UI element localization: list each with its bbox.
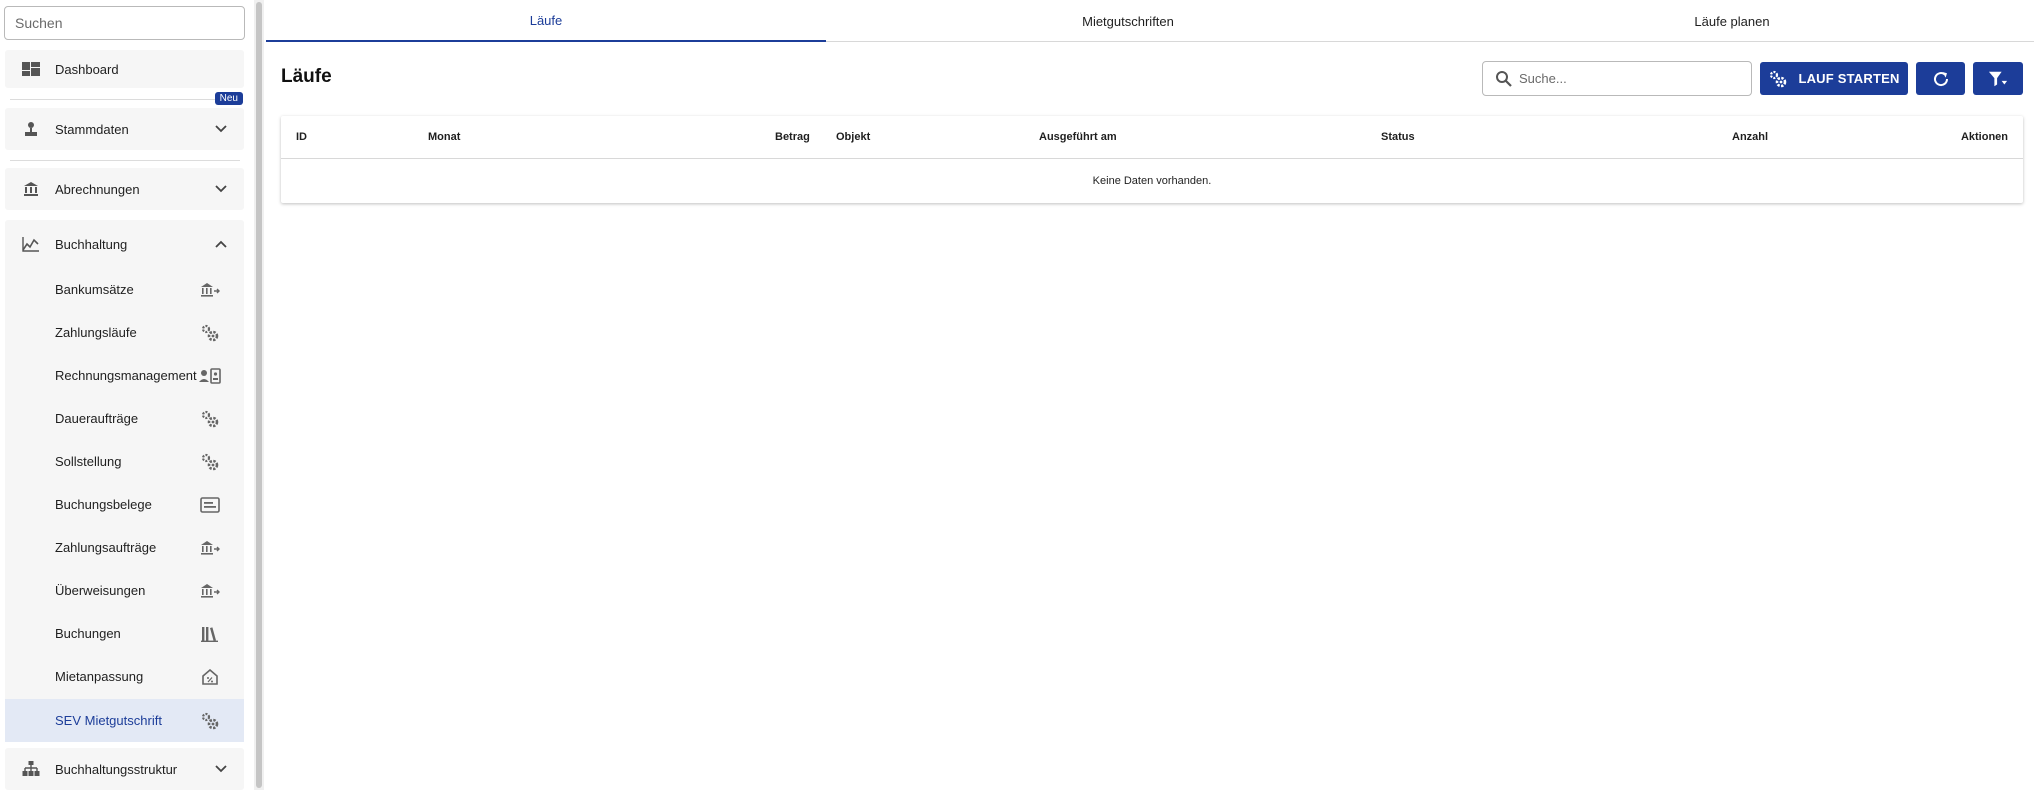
sub-label: Zahlungsläufe bbox=[55, 325, 137, 340]
table-header-row: ID Monat Betrag Objekt Ausgeführt am Sta… bbox=[281, 116, 2023, 159]
sub-label: Buchungsbelege bbox=[55, 497, 152, 512]
sidebar-search-input[interactable] bbox=[4, 6, 245, 40]
main-search-box[interactable] bbox=[1482, 61, 1752, 96]
sidebar-item-zahlungsauftraege[interactable]: Zahlungsaufträge bbox=[5, 526, 244, 569]
nav-label-buchhaltung: Buchhaltung bbox=[55, 236, 128, 252]
gears-icon bbox=[1768, 69, 1788, 89]
column-header-anzahl[interactable]: Anzahl bbox=[1732, 131, 1768, 143]
sub-label: Mietanpassung bbox=[55, 669, 144, 684]
tab-laeufe[interactable]: Läufe bbox=[266, 0, 826, 42]
sidebar-item-buchungen[interactable]: Buchungen bbox=[5, 612, 244, 655]
empty-state-message: Keine Daten vorhanden. bbox=[1092, 175, 1212, 187]
dashboard-icon bbox=[21, 59, 41, 79]
refresh-icon bbox=[1931, 69, 1951, 89]
column-header-objekt[interactable]: Objekt bbox=[836, 131, 870, 143]
person-tree-icon bbox=[21, 119, 41, 139]
sub-label: Zahlungsaufträge bbox=[55, 540, 157, 555]
gears-icon bbox=[199, 409, 221, 429]
nav-item-stammdaten[interactable]: Neu Stammdaten bbox=[5, 92, 244, 150]
chevron-down-icon bbox=[214, 182, 228, 196]
bank-icon bbox=[21, 179, 41, 199]
document-icon bbox=[199, 495, 221, 515]
gears-icon bbox=[199, 323, 221, 343]
chevron-up-icon bbox=[214, 237, 228, 251]
sidebar-item-buchungsbelege[interactable]: Buchungsbelege bbox=[5, 483, 244, 526]
contact-card-icon bbox=[199, 366, 221, 386]
tab-bar: Läufe Mietgutschriften Läufe planen bbox=[266, 0, 2034, 42]
sidebar-item-sollstellung[interactable]: Sollstellung bbox=[5, 440, 244, 483]
nav-item-dashboard[interactable]: Dashboard bbox=[5, 50, 244, 88]
search-icon bbox=[1495, 70, 1513, 88]
nav-label-buchhaltungsstruktur: Buchhaltungsstruktur bbox=[55, 761, 178, 777]
sub-label: SEV Mietgutschrift bbox=[55, 713, 162, 728]
bank-arrows-icon bbox=[199, 581, 221, 601]
app-root: Dashboard Neu Stammdaten Abrechnungen bbox=[0, 0, 2034, 790]
buchhaltung-subnav: Bankumsätze Zahlungsläufe Rechnungsmanag… bbox=[5, 268, 244, 742]
new-badge: Neu bbox=[214, 92, 243, 105]
divider bbox=[10, 160, 240, 161]
column-header-betrag[interactable]: Betrag bbox=[775, 131, 810, 143]
gears-icon bbox=[199, 711, 221, 731]
sub-label: Rechnungsmanagement bbox=[55, 368, 197, 383]
filter-icon bbox=[1988, 69, 2008, 89]
start-run-label: LAUF STARTEN bbox=[1798, 71, 1900, 86]
nav-item-abrechnungen[interactable]: Abrechnungen bbox=[5, 168, 244, 210]
refresh-button[interactable] bbox=[1916, 62, 1965, 95]
divider bbox=[10, 99, 240, 100]
filter-button[interactable] bbox=[1973, 62, 2023, 95]
nav-item-buchhaltungsstruktur[interactable]: Buchhaltungsstruktur bbox=[5, 748, 244, 790]
sidebar: Dashboard Neu Stammdaten Abrechnungen bbox=[0, 0, 252, 790]
chevron-down-icon bbox=[214, 122, 228, 136]
sub-label: Bankumsätze bbox=[55, 282, 134, 297]
column-header-monat[interactable]: Monat bbox=[428, 131, 460, 143]
gears-icon bbox=[199, 452, 221, 472]
sidebar-item-ueberweisungen[interactable]: Überweisungen bbox=[5, 569, 244, 612]
sidebar-item-bankumsaetze[interactable]: Bankumsätze bbox=[5, 268, 244, 311]
sidebar-item-mietanpassung[interactable]: Mietanpassung bbox=[5, 655, 244, 698]
hierarchy-icon bbox=[21, 759, 41, 779]
column-header-ausgefuehrt-am[interactable]: Ausgeführt am bbox=[1039, 131, 1117, 143]
sidebar-item-sev-mietgutschrift[interactable]: SEV Mietgutschrift bbox=[5, 699, 244, 742]
house-percent-icon bbox=[199, 667, 221, 687]
nav-label-dashboard: Dashboard bbox=[55, 61, 119, 77]
books-icon bbox=[199, 624, 221, 644]
sub-label: Buchungen bbox=[55, 626, 121, 641]
nav-label-stammdaten: Stammdaten bbox=[55, 121, 129, 137]
sub-label: Sollstellung bbox=[55, 454, 122, 469]
bank-arrows-icon bbox=[199, 280, 221, 300]
sub-label: Daueraufträge bbox=[55, 411, 139, 426]
column-header-aktionen: Aktionen bbox=[1960, 131, 2008, 143]
sidebar-item-zahlungslaeufe[interactable]: Zahlungsläufe bbox=[5, 311, 244, 354]
column-header-status[interactable]: Status bbox=[1381, 131, 1415, 143]
start-run-button[interactable]: LAUF STARTEN bbox=[1760, 62, 1908, 95]
nav-label-abrechnungen: Abrechnungen bbox=[55, 181, 140, 197]
nav-item-buchhaltung[interactable]: Buchhaltung bbox=[5, 220, 244, 268]
chart-icon bbox=[21, 234, 41, 254]
sidebar-item-dauerauftraege[interactable]: Daueraufträge bbox=[5, 397, 244, 440]
runs-table: ID Monat Betrag Objekt Ausgeführt am Sta… bbox=[281, 116, 2023, 203]
main-search-input[interactable] bbox=[1519, 62, 1747, 95]
column-header-id[interactable]: ID bbox=[296, 131, 307, 143]
tab-mietgutschriften[interactable]: Mietgutschriften bbox=[826, 0, 1430, 42]
sidebar-item-rechnungsmanagement[interactable]: Rechnungsmanagement bbox=[5, 354, 244, 397]
page-title: Läufe bbox=[281, 66, 332, 87]
tab-laeufe-planen[interactable]: Läufe planen bbox=[1430, 0, 2034, 42]
sidebar-scrollbar-thumb[interactable] bbox=[256, 2, 262, 788]
sub-label: Überweisungen bbox=[55, 583, 146, 598]
bank-arrows-icon bbox=[199, 538, 221, 558]
chevron-down-icon bbox=[214, 762, 228, 776]
